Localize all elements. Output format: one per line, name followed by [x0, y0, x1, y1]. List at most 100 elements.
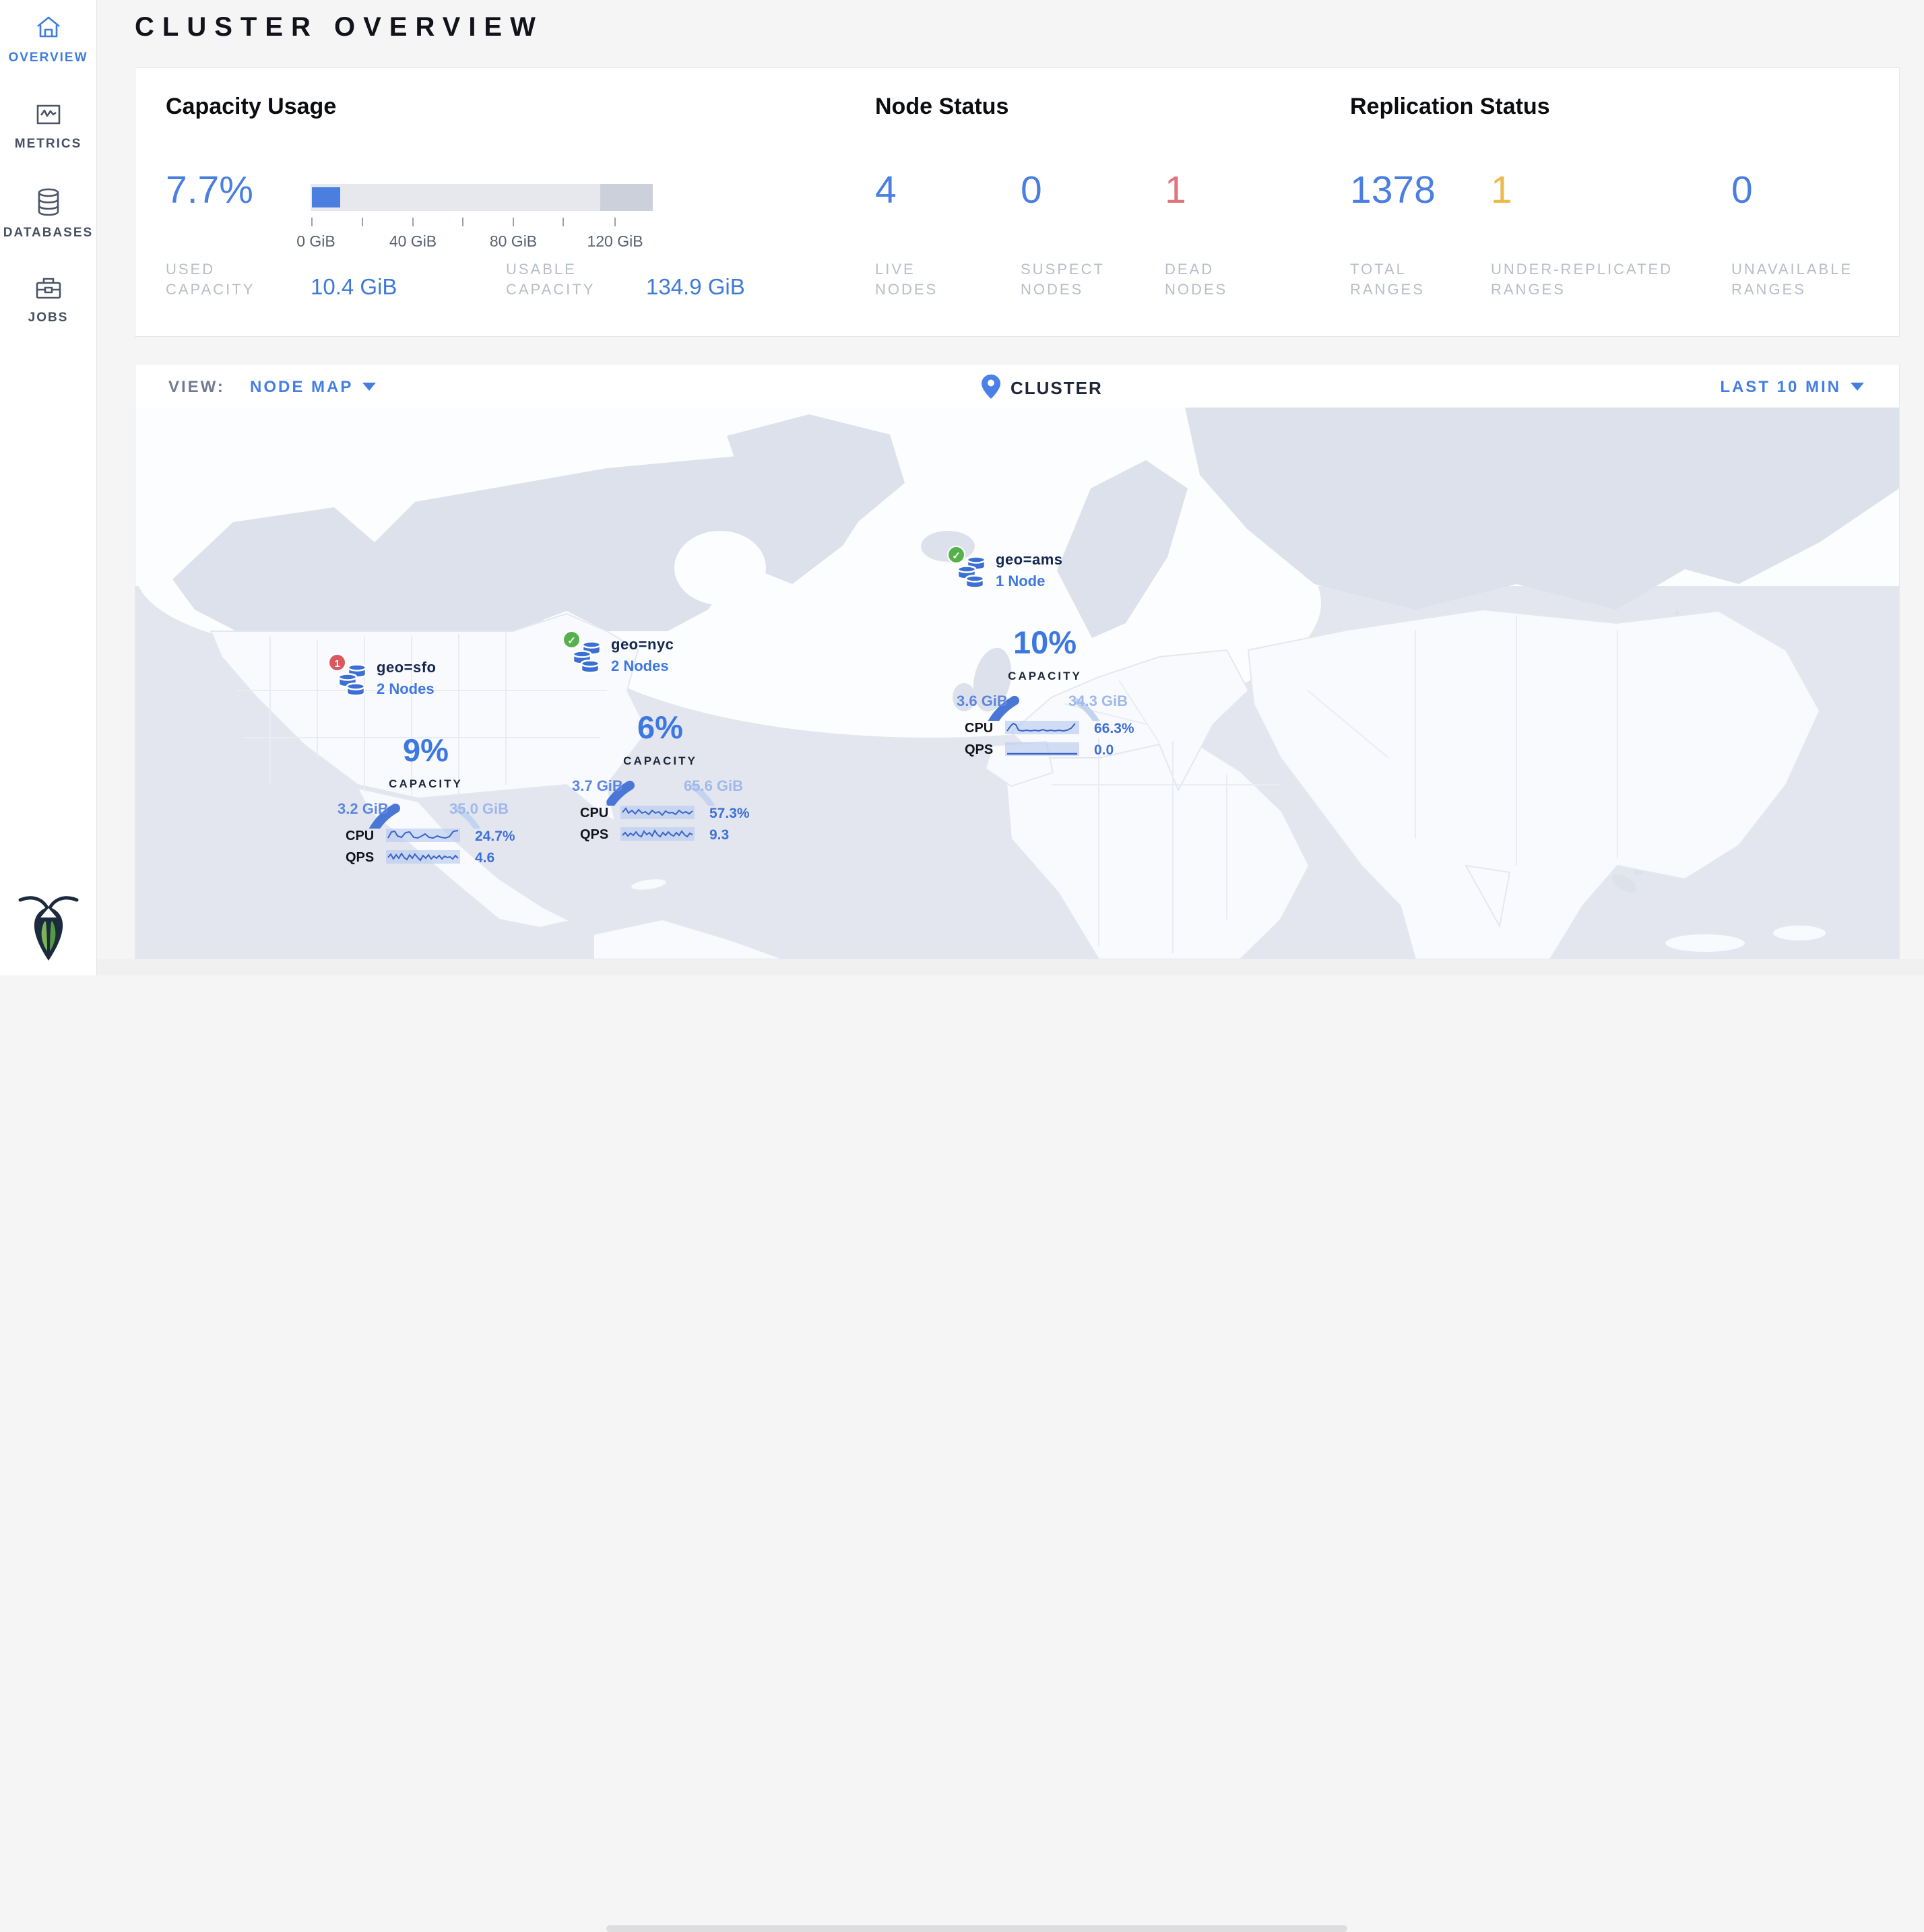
page-bottom-strip [0, 959, 1924, 975]
qps-value: 9.3 [709, 827, 729, 843]
qps-label: QPS [965, 742, 993, 758]
qps-value: 4.6 [475, 850, 494, 866]
axis-tick [412, 218, 414, 226]
sidebar-item-label: JOBS [0, 311, 96, 325]
databases-icon [34, 187, 63, 220]
sidebar-item-databases[interactable]: DATABASES [0, 187, 96, 240]
world-map[interactable]: 1 geo=sfo 2 Nodes [135, 408, 1899, 959]
sidebar-item-metrics[interactable]: METRICS [0, 101, 96, 152]
view-dropdown-value: NODE MAP [250, 378, 353, 396]
locality-name: geo=nyc [611, 636, 674, 653]
axis-tick-label: 80 GiB [490, 232, 537, 251]
summary-card: Capacity Usage 7.7% 0 GiB 40 GiB 80 GiB … [135, 67, 1900, 337]
map-toolbar: VIEW: NODE MAP CLUSTER LAST 10 MIN [135, 364, 1899, 408]
total-ranges-label: TOTAL RANGES [1350, 259, 1451, 300]
capacity-bar-used-fill [312, 187, 340, 207]
locality-used-capacity: 3.7 GiB [572, 777, 623, 795]
sidebar-item-label: OVERVIEW [0, 51, 96, 65]
capacity-bar-reserved-fill [600, 184, 653, 211]
cpu-sparkline [1005, 719, 1079, 736]
time-range-dropdown[interactable]: LAST 10 MIN [1720, 378, 1864, 397]
unavailable-ranges-value: 0 [1731, 168, 1753, 212]
locality-usable-capacity: 65.6 GiB [684, 777, 743, 795]
metrics-icon [35, 101, 62, 131]
sidebar-item-label: METRICS [0, 137, 96, 152]
home-icon [35, 15, 62, 45]
qps-label: QPS [580, 827, 608, 843]
cpu-sparkline [386, 827, 460, 843]
live-nodes-label: LIVE NODES [875, 259, 969, 300]
map-pin-icon [981, 391, 1001, 402]
usable-capacity-value: 134.9 GiB [646, 274, 745, 300]
locality-usable-capacity: 34.3 GiB [1068, 693, 1128, 710]
locality-usable-capacity: 35.0 GiB [449, 800, 509, 818]
capacity-percent: 9% [328, 732, 523, 769]
live-nodes-value: 4 [875, 168, 897, 212]
suspect-nodes-label: SUSPECT NODES [1021, 259, 1128, 300]
breadcrumb-cluster-label: CLUSTER [1011, 378, 1103, 399]
jobs-icon [34, 275, 63, 305]
used-capacity-label: USED CAPACITY [166, 259, 280, 300]
capacity-gauge-label: CAPACITY [563, 754, 758, 768]
sidebar-item-jobs[interactable]: JOBS [0, 275, 96, 325]
cpu-value: 57.3% [709, 806, 750, 822]
unavailable-ranges-label: UNAVAILABLE RANGES [1731, 259, 1893, 300]
page-title: CLUSTER OVERVIEW [135, 12, 544, 42]
locality-ams[interactable]: ✓ geo=ams 1 Node [947, 546, 1156, 771]
capacity-percent: 6% [563, 709, 758, 746]
usable-capacity-label: USABLE CAPACITY [506, 259, 634, 300]
cpu-value: 24.7% [475, 829, 515, 845]
sidebar-item-label: DATABASES [0, 226, 96, 240]
cpu-label: CPU [965, 721, 993, 736]
capacity-gauge-label: CAPACITY [328, 777, 523, 791]
suspect-nodes-value: 0 [1021, 168, 1042, 212]
dead-nodes-label: DEAD NODES [1165, 259, 1259, 300]
cpu-label: CPU [580, 806, 608, 821]
locality-name: geo=sfo [377, 659, 436, 676]
horizontal-scrollbar[interactable] [606, 1925, 1347, 1932]
capacity-usage-title: Capacity Usage [166, 94, 336, 120]
locality-name: geo=ams [996, 551, 1063, 569]
capacity-bar [311, 184, 653, 211]
axis-tick [462, 218, 463, 226]
axis-tick-label: 120 GiB [587, 232, 643, 251]
axis-tick [513, 218, 514, 226]
qps-sparkline [1005, 741, 1079, 757]
caret-down-icon [362, 383, 376, 391]
sidebar-item-overview[interactable]: OVERVIEW [0, 15, 96, 65]
breadcrumb: CLUSTER [981, 374, 1001, 403]
healthy-check-badge: ✓ [947, 546, 965, 564]
axis-tick [614, 218, 616, 226]
under-replicated-ranges-value: 1 [1491, 168, 1512, 212]
total-ranges-value: 1378 [1350, 168, 1436, 212]
dead-nodes-value: 1 [1165, 168, 1186, 212]
dead-node-count-badge: 1 [328, 653, 346, 672]
healthy-check-badge: ✓ [563, 631, 581, 649]
used-capacity-value: 10.4 GiB [311, 274, 397, 300]
qps-label: QPS [346, 850, 374, 866]
locality-used-capacity: 3.6 GiB [957, 693, 1008, 710]
cpu-value: 66.3% [1094, 721, 1134, 737]
cpu-sparkline [620, 804, 695, 820]
qps-sparkline [620, 826, 695, 842]
cpu-label: CPU [346, 829, 374, 844]
node-map-card: VIEW: NODE MAP CLUSTER LAST 10 MIN [135, 364, 1900, 959]
locality-nyc[interactable]: ✓ geo=nyc 2 Nodes [563, 631, 771, 856]
capacity-used-percent: 7.7% [166, 168, 253, 212]
view-dropdown[interactable]: NODE MAP [250, 378, 376, 397]
capacity-gauge-label: CAPACITY [947, 670, 1143, 683]
under-replicated-ranges-label: UNDER-REPLICATED RANGES [1491, 259, 1713, 300]
axis-tick [362, 218, 363, 226]
qps-value: 0.0 [1094, 742, 1114, 759]
time-range-value: LAST 10 MIN [1720, 378, 1841, 396]
capacity-percent: 10% [947, 624, 1143, 661]
locality-sfo[interactable]: 1 geo=sfo 2 Nodes [328, 653, 537, 879]
axis-tick [563, 218, 564, 226]
cockroach-logo [16, 893, 81, 966]
caret-down-icon [1851, 383, 1864, 391]
view-label: VIEW: [168, 378, 225, 397]
replication-status-title: Replication Status [1350, 94, 1550, 120]
axis-tick-label: 40 GiB [389, 232, 437, 251]
node-status-title: Node Status [875, 94, 1008, 120]
qps-sparkline [386, 849, 460, 865]
